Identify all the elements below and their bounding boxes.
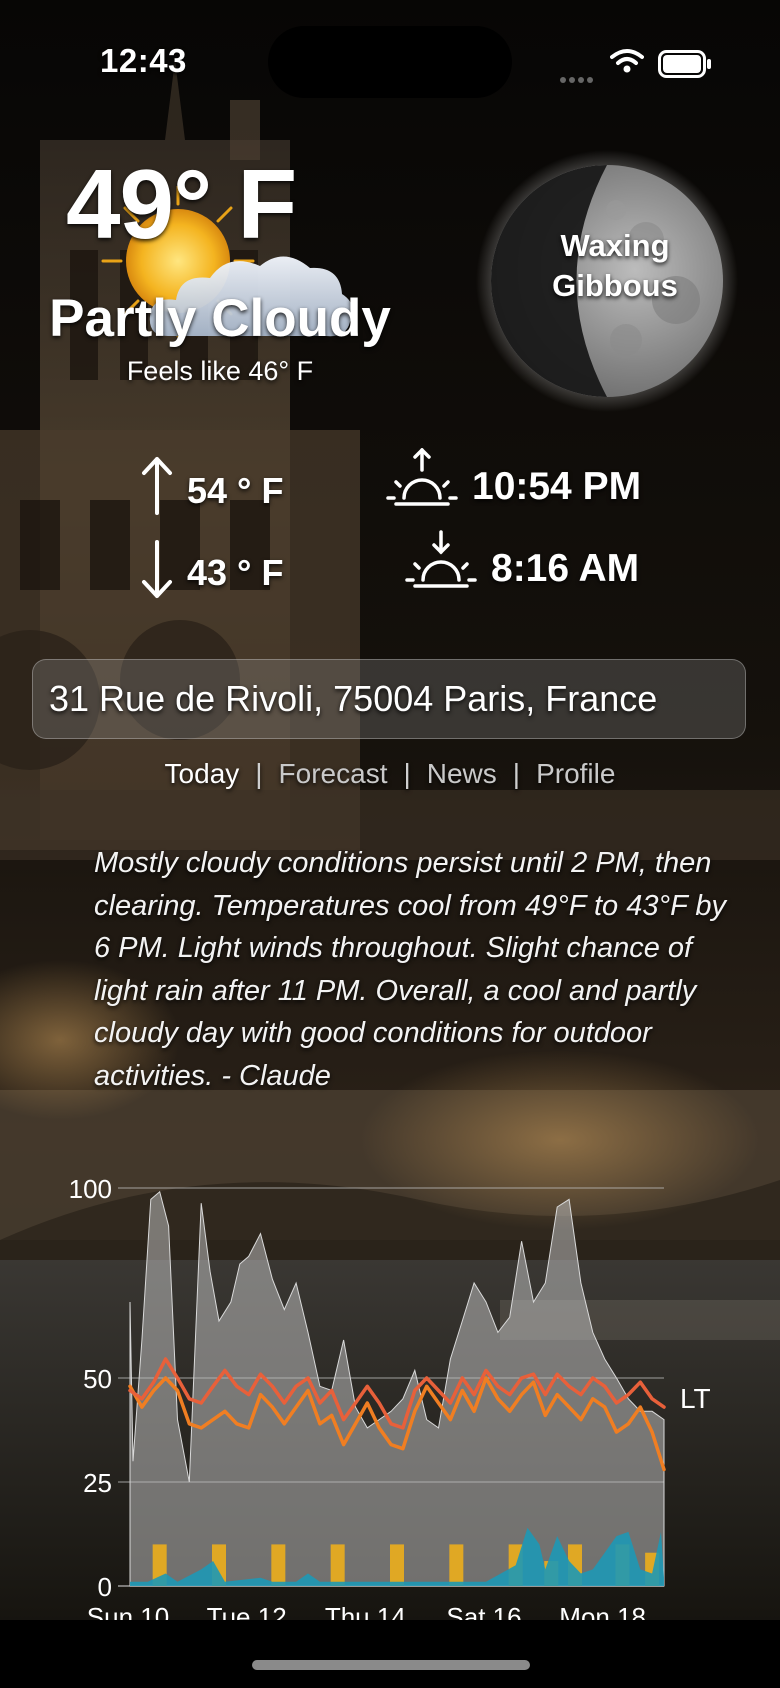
x-tick-label: Tue 12 xyxy=(207,1602,287,1620)
low-temperature: 43 ° F xyxy=(187,552,284,593)
home-indicator[interactable] xyxy=(252,1660,530,1670)
sunrise-icon xyxy=(405,530,477,588)
y-tick-label: 25 xyxy=(83,1468,112,1498)
tab-separator: | xyxy=(512,758,521,789)
current-temperature: 49° F xyxy=(66,149,297,259)
home-bar-area xyxy=(0,1620,780,1688)
arrow-up-icon xyxy=(142,457,172,515)
x-tick-label: Sun 10 xyxy=(87,1602,169,1620)
sunrise-time: 8:16 AM xyxy=(491,547,640,590)
y-tick-label: 50 xyxy=(83,1364,112,1394)
battery-icon xyxy=(658,50,711,78)
tab-separator: | xyxy=(403,758,411,789)
weather-summary: Mostly cloudy conditions persist until 2… xyxy=(94,847,726,1092)
series-label: LT xyxy=(680,1383,711,1414)
feels-like-temperature: Feels like 46° F xyxy=(126,356,314,386)
x-tick-label: Sat 16 xyxy=(446,1602,521,1620)
dynamic-island xyxy=(268,26,512,98)
tab-profile[interactable]: Profile xyxy=(536,758,615,790)
precip-bar xyxy=(390,1544,404,1586)
tab-news[interactable]: News xyxy=(427,758,497,790)
wifi-icon xyxy=(610,49,644,73)
location-field[interactable]: 31 Rue de Rivoli, 75004 Paris, France xyxy=(32,659,746,739)
precip-bar xyxy=(449,1544,464,1586)
x-tick-label: Thu 14 xyxy=(325,1602,406,1620)
precip-bar xyxy=(330,1544,345,1586)
arrow-down-icon xyxy=(142,540,172,598)
sunset-time: 10:54 PM xyxy=(472,465,642,508)
status-time: 12:43 xyxy=(100,42,187,79)
y-tick-label: 100 xyxy=(69,1174,112,1204)
sunset-icon xyxy=(386,448,458,506)
precip-bar xyxy=(271,1544,286,1586)
tab-forecast[interactable]: Forecast xyxy=(279,758,388,790)
tab-today[interactable]: Today xyxy=(165,758,240,790)
tab-separator: | xyxy=(255,758,263,789)
forecast-chart: 0 25 50 100 LT Sun 10 Tue 12 Thu 14 Sat 16 Mon 18 xyxy=(69,1174,711,1620)
weather-condition: Partly Cloudy xyxy=(49,289,391,348)
y-tick-label: 0 xyxy=(98,1572,112,1602)
x-tick-label: Mon 18 xyxy=(559,1602,646,1620)
nav-tabs: Today | Forecast | News | Profile xyxy=(0,758,780,790)
cellular-signal-icon xyxy=(560,70,600,83)
high-temperature: 54 ° F xyxy=(187,470,284,511)
moon-phase-label: Waxing Gibbous xyxy=(552,228,678,303)
